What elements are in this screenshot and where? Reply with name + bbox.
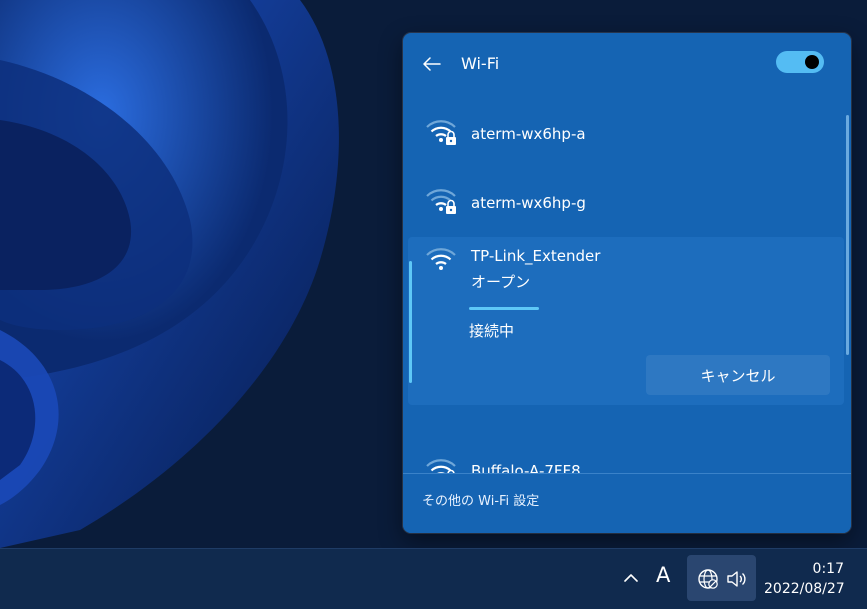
chevron-up-icon (624, 574, 638, 582)
arrow-left-icon (423, 57, 441, 71)
network-item-aterm-wx6hp-a[interactable]: aterm-wx6hp-a (408, 105, 844, 155)
clock[interactable]: 0:17 2022/08/27 (764, 559, 845, 599)
wifi-flyout: Wi-Fi aterm-wx6hp-a aterm-wx6hp-g TP-Lin… (403, 33, 851, 533)
connection-status: 接続中 (469, 322, 515, 340)
selection-indicator (409, 261, 412, 383)
quick-settings-button[interactable] (687, 555, 756, 601)
network-item-aterm-wx6hp-g[interactable]: aterm-wx6hp-g (408, 171, 844, 221)
network-name: aterm-wx6hp-g (471, 194, 586, 212)
more-wifi-settings-link[interactable]: その他の Wi-Fi 設定 (422, 492, 539, 512)
wifi-secured-icon (426, 120, 456, 145)
ime-indicator[interactable]: A (656, 563, 670, 587)
network-name: aterm-wx6hp-a (471, 125, 586, 143)
taskbar: A 0:17 2022/08/27 (0, 548, 867, 609)
wifi-secured-icon (426, 189, 456, 214)
clock-date: 2022/08/27 (764, 581, 845, 597)
flyout-title: Wi-Fi (461, 54, 500, 73)
flyout-footer: その他の Wi-Fi 設定 (403, 473, 851, 533)
flyout-header: Wi-Fi (403, 33, 851, 95)
connecting-progress (469, 307, 539, 310)
network-list: aterm-wx6hp-a aterm-wx6hp-g TP-Link_Exte… (403, 95, 851, 507)
clock-time: 0:17 (812, 561, 844, 577)
toggle-knob (805, 55, 819, 69)
wifi-open-icon (426, 248, 456, 270)
wifi-toggle[interactable] (776, 51, 824, 73)
speaker-icon (727, 571, 746, 587)
network-item-tp-link-extender[interactable]: TP-Link_Extender オープン 接続中 キャンセル (408, 237, 844, 405)
network-security-label: オープン (471, 273, 531, 291)
back-button[interactable] (421, 53, 443, 75)
scrollbar[interactable] (846, 115, 849, 355)
show-hidden-icons-button[interactable] (622, 565, 642, 589)
network-name: TP-Link_Extender (471, 247, 601, 265)
cancel-button[interactable]: キャンセル (646, 355, 830, 395)
network-globe-icon (698, 569, 718, 589)
